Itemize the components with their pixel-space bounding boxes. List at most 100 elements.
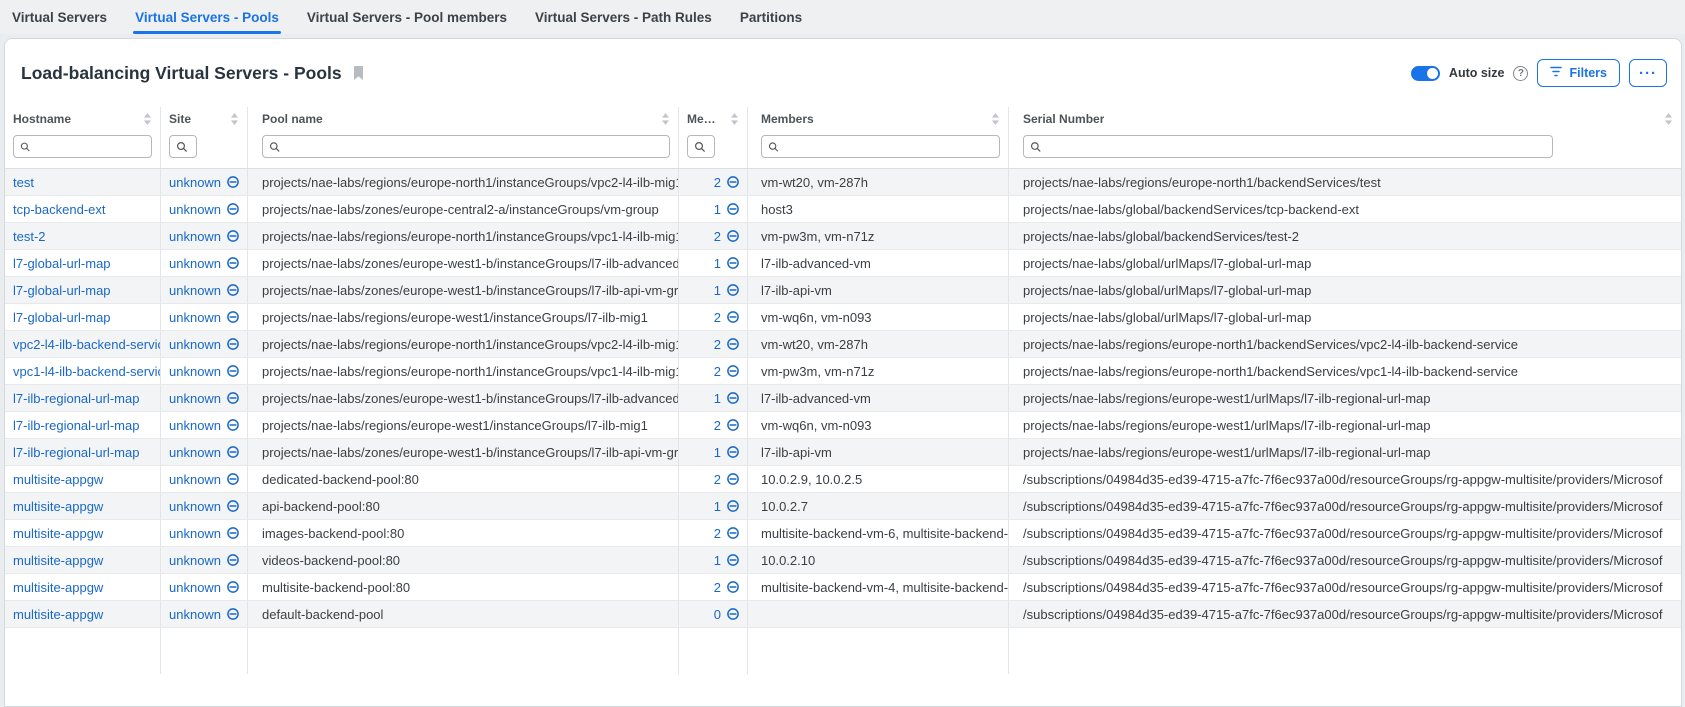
help-icon[interactable]: ? bbox=[1513, 66, 1528, 81]
member-count-value: 1 bbox=[714, 256, 721, 271]
table-row: tcp-backend-ext unknown projects/nae-lab… bbox=[5, 196, 1681, 223]
hostname-link[interactable]: vpc1-l4-ilb-backend-service bbox=[13, 364, 161, 379]
hostname-link[interactable]: l7-global-url-map bbox=[13, 283, 111, 298]
hostname-link[interactable]: multisite-appgw bbox=[13, 472, 103, 487]
hostname-link[interactable]: multisite-appgw bbox=[13, 580, 103, 595]
members-text: host3 bbox=[761, 202, 793, 217]
member-count-link[interactable]: 2 bbox=[714, 364, 740, 379]
members-filter-input[interactable] bbox=[761, 135, 1000, 158]
site-link[interactable]: unknown bbox=[169, 499, 240, 514]
member-count-link[interactable]: 0 bbox=[714, 607, 740, 622]
site-link[interactable]: unknown bbox=[169, 283, 240, 298]
hostname-link[interactable]: multisite-appgw bbox=[13, 499, 103, 514]
hostname-filter-input[interactable] bbox=[13, 135, 152, 158]
member-count-filter-input[interactable] bbox=[687, 135, 715, 158]
member-count-value: 2 bbox=[714, 337, 721, 352]
link-icon bbox=[726, 553, 740, 567]
auto-size-toggle[interactable] bbox=[1411, 66, 1440, 81]
serial-number-filter-input[interactable] bbox=[1023, 135, 1553, 158]
pool-name-text: projects/nae-labs/zones/europe-central2-… bbox=[262, 202, 659, 217]
member-count-link[interactable]: 1 bbox=[714, 445, 740, 460]
member-count-link[interactable]: 2 bbox=[714, 418, 740, 433]
site-link[interactable]: unknown bbox=[169, 553, 240, 568]
hostname-link[interactable]: test-2 bbox=[13, 229, 46, 244]
site-link[interactable]: unknown bbox=[169, 526, 240, 541]
member-count-link[interactable]: 1 bbox=[714, 256, 740, 271]
members-text: multisite-backend-vm-4, multisite-backen… bbox=[761, 580, 1009, 595]
serial-number-text: projects/nae-labs/global/backendServices… bbox=[1023, 229, 1299, 244]
hostname-link[interactable]: l7-ilb-regional-url-map bbox=[13, 418, 139, 433]
pool-name-text: dedicated-backend-pool:80 bbox=[262, 472, 419, 487]
site-link-label: unknown bbox=[169, 580, 221, 595]
member-count-link[interactable]: 1 bbox=[714, 391, 740, 406]
members-text: 10.0.2.7 bbox=[761, 499, 808, 514]
member-count-link[interactable]: 1 bbox=[714, 283, 740, 298]
link-icon bbox=[726, 526, 740, 540]
member-count-link[interactable]: 2 bbox=[714, 310, 740, 325]
member-count-link[interactable]: 2 bbox=[714, 526, 740, 541]
sort-icon[interactable] bbox=[230, 113, 239, 125]
site-link[interactable]: unknown bbox=[169, 418, 240, 433]
nav-tab[interactable]: Virtual Servers - Path Rules bbox=[535, 0, 712, 34]
link-icon bbox=[726, 256, 740, 270]
hostname-link[interactable]: multisite-appgw bbox=[13, 526, 103, 541]
search-icon bbox=[768, 141, 779, 153]
site-link[interactable]: unknown bbox=[169, 175, 240, 190]
more-options-button[interactable]: ··· bbox=[1629, 59, 1667, 87]
pool-name-text: projects/nae-labs/zones/europe-west1-b/i… bbox=[262, 283, 679, 298]
site-link[interactable]: unknown bbox=[169, 391, 240, 406]
hostname-link[interactable]: test bbox=[13, 175, 34, 190]
site-filter-input[interactable] bbox=[169, 135, 197, 158]
sort-icon[interactable] bbox=[991, 113, 1000, 125]
site-link-label: unknown bbox=[169, 607, 221, 622]
sort-icon[interactable] bbox=[661, 113, 670, 125]
site-link[interactable]: unknown bbox=[169, 445, 240, 460]
pool-name-filter-input[interactable] bbox=[262, 135, 670, 158]
nav-tab[interactable]: Virtual Servers bbox=[12, 0, 107, 34]
member-count-link[interactable]: 1 bbox=[714, 553, 740, 568]
site-link[interactable]: unknown bbox=[169, 607, 240, 622]
sort-icon[interactable] bbox=[1664, 113, 1673, 125]
member-count-link[interactable]: 2 bbox=[714, 337, 740, 352]
bookmark-icon[interactable] bbox=[352, 65, 365, 81]
site-link[interactable]: unknown bbox=[169, 337, 240, 352]
site-link[interactable]: unknown bbox=[169, 310, 240, 325]
hostname-link[interactable]: multisite-appgw bbox=[13, 607, 103, 622]
hostname-link[interactable]: vpc2-l4-ilb-backend-service bbox=[13, 337, 161, 352]
site-link[interactable]: unknown bbox=[169, 472, 240, 487]
member-count-link[interactable]: 2 bbox=[714, 175, 740, 190]
member-count-value: 2 bbox=[714, 580, 721, 595]
nav-tab-label: Partitions bbox=[740, 10, 802, 25]
hostname-link[interactable]: l7-global-url-map bbox=[13, 256, 111, 271]
nav-tab[interactable]: Virtual Servers - Pools bbox=[135, 0, 279, 34]
card-header: Load-balancing Virtual Servers - Pools A… bbox=[5, 39, 1681, 99]
hostname-link[interactable]: multisite-appgw bbox=[13, 553, 103, 568]
site-link[interactable]: unknown bbox=[169, 580, 240, 595]
member-count-value: 1 bbox=[714, 445, 721, 460]
hostname-link[interactable]: l7-global-url-map bbox=[13, 310, 111, 325]
nav-tab[interactable]: Virtual Servers - Pool members bbox=[307, 0, 507, 34]
site-link[interactable]: unknown bbox=[169, 256, 240, 271]
site-link-label: unknown bbox=[169, 175, 221, 190]
filters-button[interactable]: Filters bbox=[1537, 59, 1620, 87]
member-count-link[interactable]: 2 bbox=[714, 229, 740, 244]
column-header-site: Site bbox=[169, 112, 191, 126]
member-count-link[interactable]: 1 bbox=[714, 202, 740, 217]
members-text: l7-ilb-advanced-vm bbox=[761, 256, 871, 271]
hostname-link[interactable]: tcp-backend-ext bbox=[13, 202, 106, 217]
sort-icon[interactable] bbox=[730, 113, 739, 125]
site-link[interactable]: unknown bbox=[169, 202, 240, 217]
member-count-link[interactable]: 2 bbox=[714, 472, 740, 487]
link-icon bbox=[226, 364, 240, 378]
site-link[interactable]: unknown bbox=[169, 364, 240, 379]
pools-card: Load-balancing Virtual Servers - Pools A… bbox=[4, 38, 1682, 707]
member-count-link[interactable]: 1 bbox=[714, 499, 740, 514]
hostname-link[interactable]: l7-ilb-regional-url-map bbox=[13, 445, 139, 460]
hostname-link[interactable]: l7-ilb-regional-url-map bbox=[13, 391, 139, 406]
member-count-value: 2 bbox=[714, 175, 721, 190]
sort-icon[interactable] bbox=[143, 113, 152, 125]
member-count-link[interactable]: 2 bbox=[714, 580, 740, 595]
nav-tab[interactable]: Partitions bbox=[740, 0, 802, 34]
pool-name-text: projects/nae-labs/regions/europe-north1/… bbox=[262, 364, 679, 379]
site-link[interactable]: unknown bbox=[169, 229, 240, 244]
